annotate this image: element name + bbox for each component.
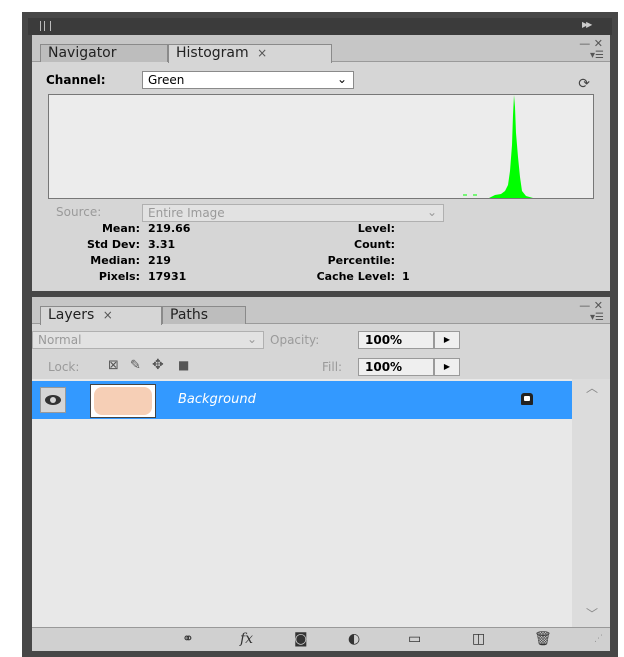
pixels-label: Pixels: — [98, 270, 140, 283]
visibility-toggle[interactable] — [40, 387, 66, 413]
tab-paths-label: Paths — [170, 307, 209, 323]
layer-thumbnail-fill — [94, 387, 152, 415]
mask-icon[interactable]: ◙ — [294, 631, 308, 647]
blend-mode-value: Normal — [38, 333, 82, 347]
dock-grip-icon[interactable] — [40, 21, 51, 31]
adjustment-icon[interactable]: ◐ — [348, 631, 360, 647]
chevron-down-icon: ⌄ — [246, 332, 257, 346]
blend-mode-select[interactable]: Normal ⌄ — [32, 331, 264, 349]
mean-label: Mean: — [101, 222, 140, 235]
median-value: 219 — [148, 254, 171, 267]
std-dev-label: Std Dev: — [86, 238, 140, 251]
cache-level-label: Cache Level: — [316, 270, 395, 283]
histogram-graph — [48, 94, 594, 199]
median-label: Median: — [90, 254, 140, 267]
histogram-svg — [463, 95, 533, 198]
layer-row-background[interactable]: Background — [32, 381, 572, 419]
dock-header[interactable] — [28, 18, 612, 35]
layers-panel-tabbar: Layers × Paths — ✕ ▾☰ — [32, 297, 610, 325]
tab-paths[interactable]: Paths — [162, 306, 246, 324]
fill-value: 100% — [365, 360, 403, 374]
opacity-field[interactable]: 100% ▶ — [358, 331, 460, 349]
fill-slider-toggle-icon[interactable]: ▶ — [434, 358, 460, 376]
chevron-down-icon: ⌄ — [426, 205, 437, 219]
fx-icon[interactable]: fx — [240, 631, 253, 647]
close-tab-icon[interactable]: × — [257, 46, 267, 60]
channel-select[interactable]: Green ⌄ — [142, 71, 354, 89]
chevron-down-icon: ⌄ — [336, 72, 347, 86]
new-layer-icon[interactable]: ◫ — [472, 631, 485, 647]
eye-icon — [45, 395, 61, 405]
layer-name[interactable]: Background — [178, 392, 256, 407]
channel-value: Green — [148, 73, 185, 87]
link-icon[interactable]: ⚭ — [182, 631, 194, 647]
resize-grip-icon[interactable]: ⋰ — [594, 634, 603, 644]
tab-histogram-label: Histogram — [176, 45, 249, 61]
layers-panel: Layers × Paths — ✕ ▾☰ Normal ⌄ Opacity: … — [32, 297, 610, 651]
percentile-label: Percentile: — [327, 254, 395, 267]
collapse-dock-icon[interactable]: ▶▶ — [582, 20, 592, 29]
scroll-up-icon[interactable]: ︿ — [586, 379, 598, 396]
source-value: Entire Image — [148, 206, 225, 220]
layer-thumbnail — [90, 384, 156, 418]
opacity-slider-toggle-icon[interactable]: ▶ — [434, 331, 460, 349]
tab-layers[interactable]: Layers × — [40, 306, 162, 325]
level-label: Level: — [357, 222, 395, 235]
opacity-value: 100% — [365, 333, 403, 347]
histogram-peak — [489, 95, 533, 198]
close-tab-icon[interactable]: × — [103, 308, 113, 322]
tab-navigator-label: Navigator — [48, 45, 117, 61]
pixels-value: 17931 — [148, 270, 187, 283]
tab-navigator[interactable]: Navigator — [40, 44, 168, 62]
std-dev-value: 3.31 — [148, 238, 176, 251]
lock-image-icon[interactable]: ✎ — [130, 358, 141, 373]
layers-bottom-toolbar: ⚭ fx ◙ ◐ ▭ ◫ 🗑 ⋰ — [32, 627, 610, 651]
panel-menu-icon[interactable]: ▾☰ — [590, 312, 604, 323]
fill-label: Fill: — [322, 360, 343, 374]
fill-field[interactable]: 100% ▶ — [358, 358, 460, 376]
source-select: Entire Image ⌄ — [142, 204, 444, 222]
scroll-down-icon[interactable]: ﹀ — [586, 605, 598, 622]
count-label: Count: — [354, 238, 395, 251]
histogram-panel: Navigator Histogram × — ✕ ▾☰ Channel: Gr… — [32, 35, 610, 291]
panel-menu-icon[interactable]: ▾☰ — [590, 50, 604, 61]
tab-histogram[interactable]: Histogram × — [168, 44, 332, 63]
trash-icon[interactable]: 🗑 — [534, 631, 552, 647]
lock-icon — [521, 393, 533, 405]
opacity-label: Opacity: — [270, 333, 320, 347]
lock-position-icon[interactable]: ✥ — [152, 357, 164, 373]
source-label: Source: — [56, 205, 102, 219]
refresh-icon[interactable]: ⟳ — [578, 76, 590, 92]
mean-value: 219.66 — [148, 222, 191, 235]
channel-label: Channel: — [46, 73, 106, 87]
lock-all-icon[interactable]: ■ — [178, 358, 189, 372]
histogram-panel-tabbar: Navigator Histogram × — ✕ ▾☰ — [32, 35, 610, 63]
lock-transparency-icon[interactable]: ⊠ — [108, 358, 119, 373]
cache-level-value: 1 — [402, 270, 410, 283]
layers-scrollbar[interactable]: ︿ ﹀ — [572, 379, 610, 627]
panel-window-controls[interactable]: — ✕ — [579, 299, 603, 312]
lock-label: Lock: — [48, 360, 80, 374]
panel-window-controls[interactable]: — ✕ — [579, 37, 603, 50]
tab-layers-label: Layers — [48, 307, 95, 323]
folder-icon[interactable]: ▭ — [408, 631, 421, 647]
